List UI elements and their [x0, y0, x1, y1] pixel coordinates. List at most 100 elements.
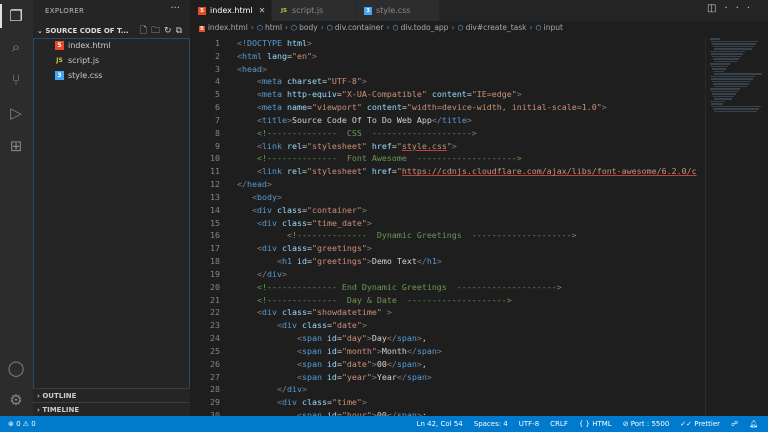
code-line[interactable]: 10 <!-------------- Font Awesome -------…: [190, 152, 705, 165]
line-number: 10: [210, 153, 220, 164]
run-debug-icon[interactable]: ▷: [6, 103, 26, 123]
minimap[interactable]: [705, 37, 768, 416]
code-line[interactable]: 11 <link rel="stylesheet" href="https://…: [190, 165, 705, 178]
refresh-icon[interactable]: ↻: [164, 26, 176, 36]
code-token: span: [301, 371, 322, 382]
breadcrumb-item[interactable]: 5 index.html: [199, 23, 248, 32]
notifications-bell-icon[interactable]: 🔔︎: [749, 416, 758, 432]
chevron-right-icon: ›: [320, 23, 324, 32]
code-line[interactable]: 2 <html lang="en">: [190, 50, 705, 63]
file-item-style-css[interactable]: 3 style.css: [33, 68, 190, 83]
more-icon[interactable]: ···: [724, 3, 758, 14]
collapse-all-icon[interactable]: ⧉: [176, 26, 186, 36]
breadcrumb-item[interactable]: ⬡ input: [536, 23, 563, 32]
code-line[interactable]: 27 <span id="year">Year</span>: [190, 371, 705, 384]
breadcrumb-item[interactable]: ⬡ div.container: [327, 23, 384, 32]
code-line[interactable]: 15 <div class="time_date">: [190, 217, 705, 230]
code-line[interactable]: 16 <!-------------- Dynamic Greetings --…: [190, 229, 705, 242]
line-number: 18: [210, 256, 220, 267]
code-line[interactable]: 30 <span id="hour">00</span>:: [190, 409, 705, 416]
file-item-script-js[interactable]: JS script.js: [33, 53, 190, 68]
breadcrumb-item[interactable]: ⬡ div.todo_app: [392, 23, 448, 32]
code-line[interactable]: 21 <!-------------- Day & Date ---------…: [190, 294, 705, 307]
more-actions-icon[interactable]: ···: [170, 3, 180, 14]
new-folder-icon[interactable]: 🗀: [151, 26, 164, 36]
split-editor-icon[interactable]: ◫: [707, 3, 724, 14]
code-line[interactable]: 19 </div>: [190, 268, 705, 281]
code-token: span: [301, 345, 322, 356]
tab-index-html[interactable]: 5 index.html ✕: [190, 0, 272, 21]
feedback-icon[interactable]: ☍: [731, 416, 738, 432]
timeline-section[interactable]: › TIMELINE: [33, 402, 190, 417]
tab-script-js[interactable]: JS script.js: [272, 0, 356, 21]
code-line[interactable]: 13 <body>: [190, 191, 705, 204]
code-line[interactable]: 8 <!-------------- CSS -----------------…: [190, 127, 705, 140]
code-line[interactable]: 23 <div class="date">: [190, 319, 705, 332]
code-line[interactable]: 26 <span id="date">00</span>,: [190, 358, 705, 371]
code-token: "month": [341, 345, 377, 356]
code-line[interactable]: 28 </div>: [190, 383, 705, 396]
code-line[interactable]: 6 <meta name="viewport" content="width=d…: [190, 101, 705, 114]
prettier-status[interactable]: ✓✓ Prettier: [680, 416, 720, 432]
code-token: <!-------------- End Dynamic Greetings -…: [256, 281, 562, 292]
code-token: "day": [341, 333, 367, 344]
css-file-icon: 3: [55, 71, 64, 80]
code-token: >: [281, 268, 287, 279]
code-line[interactable]: 25 <span id="month">Month</span>: [190, 345, 705, 358]
live-server-port[interactable]: ⊘ Port : 5500: [623, 416, 670, 432]
breadcrumb-item[interactable]: ⬡ html: [257, 23, 282, 32]
code-line[interactable]: 22 <div class="showdatetime" >: [190, 306, 705, 319]
code-token: href: [366, 140, 392, 151]
code-line[interactable]: 29 <div class="time">: [190, 396, 705, 409]
code-line[interactable]: 18 <h1 id="greetings">Demo Text</h1>: [190, 255, 705, 268]
code-line[interactable]: 9 <link rel="stylesheet" href="style.css…: [190, 140, 705, 153]
chevron-right-icon: ›: [386, 23, 390, 32]
code-token: div: [261, 217, 277, 228]
search-icon[interactable]: ⌕: [6, 37, 26, 57]
minimap-line: [710, 88, 740, 90]
encoding[interactable]: UTF-8: [519, 416, 539, 432]
close-tab-icon[interactable]: ✕: [259, 6, 266, 15]
workspace-folder[interactable]: ⌄ SOURCE CODE OF T... 🗋🗀↻⧉: [33, 24, 190, 38]
code-line[interactable]: 3 <head>: [190, 63, 705, 76]
code-line[interactable]: 24 <span id="day">Day</span>,: [190, 332, 705, 345]
code-line[interactable]: 20 <!-------------- End Dynamic Greeting…: [190, 281, 705, 294]
outline-section[interactable]: › OUTLINE: [33, 388, 190, 403]
minimap-line: [714, 85, 747, 87]
line-number: 3: [215, 63, 220, 74]
problems-indicator[interactable]: ⊗ 0 ⚠ 0: [8, 416, 36, 432]
symbol-element-icon: ⬡: [291, 24, 298, 32]
breadcrumb-item[interactable]: ⬡ body: [291, 23, 318, 32]
code-token: h1: [281, 256, 292, 267]
breadcrumb-label: html: [264, 23, 283, 32]
new-file-icon[interactable]: 🗋: [140, 26, 151, 36]
code-line[interactable]: 4 <meta charset="UTF-8">: [190, 75, 705, 88]
file-item-index-html[interactable]: 5 index.html: [33, 38, 190, 53]
account-icon[interactable]: ◯: [6, 358, 26, 378]
outline-label: OUTLINE: [42, 392, 77, 400]
code-token: span: [406, 371, 427, 382]
line-number: 11: [210, 166, 220, 177]
extensions-icon[interactable]: ⊞: [6, 136, 26, 156]
cursor-position[interactable]: Ln 42, Col 54: [417, 416, 463, 432]
end-of-line[interactable]: CRLF: [550, 416, 568, 432]
indentation[interactable]: Spaces: 4: [474, 416, 508, 432]
code-line[interactable]: 14 <div class="container">: [190, 204, 705, 217]
code-line[interactable]: 7 <title>Source Code Of To Do Web App</t…: [190, 114, 705, 127]
code-line[interactable]: 1 <!DOCTYPE html>: [190, 37, 705, 50]
language-mode[interactable]: { } HTML: [579, 416, 612, 432]
file-type-icon: 3: [364, 6, 372, 15]
code-editor[interactable]: 1 <!DOCTYPE html> 2 <html lang="en"> 3 <head>…: [190, 37, 705, 416]
code-line[interactable]: 12 </head>: [190, 178, 705, 191]
breadcrumb-item[interactable]: ⬡ div#create_task: [457, 23, 526, 32]
code-line[interactable]: 17 <div class="greetings">: [190, 242, 705, 255]
tab-style-css[interactable]: 3 style.css: [356, 0, 440, 21]
settings-gear-icon[interactable]: ⚙: [6, 390, 26, 410]
line-number: 9: [215, 140, 220, 151]
minimap-line: [711, 65, 728, 67]
code-line[interactable]: 5 <meta http-equiv="X-UA-Compatible" con…: [190, 88, 705, 101]
source-control-icon[interactable]: ⑂: [6, 70, 26, 90]
explorer-icon[interactable]: ❐: [6, 6, 26, 26]
